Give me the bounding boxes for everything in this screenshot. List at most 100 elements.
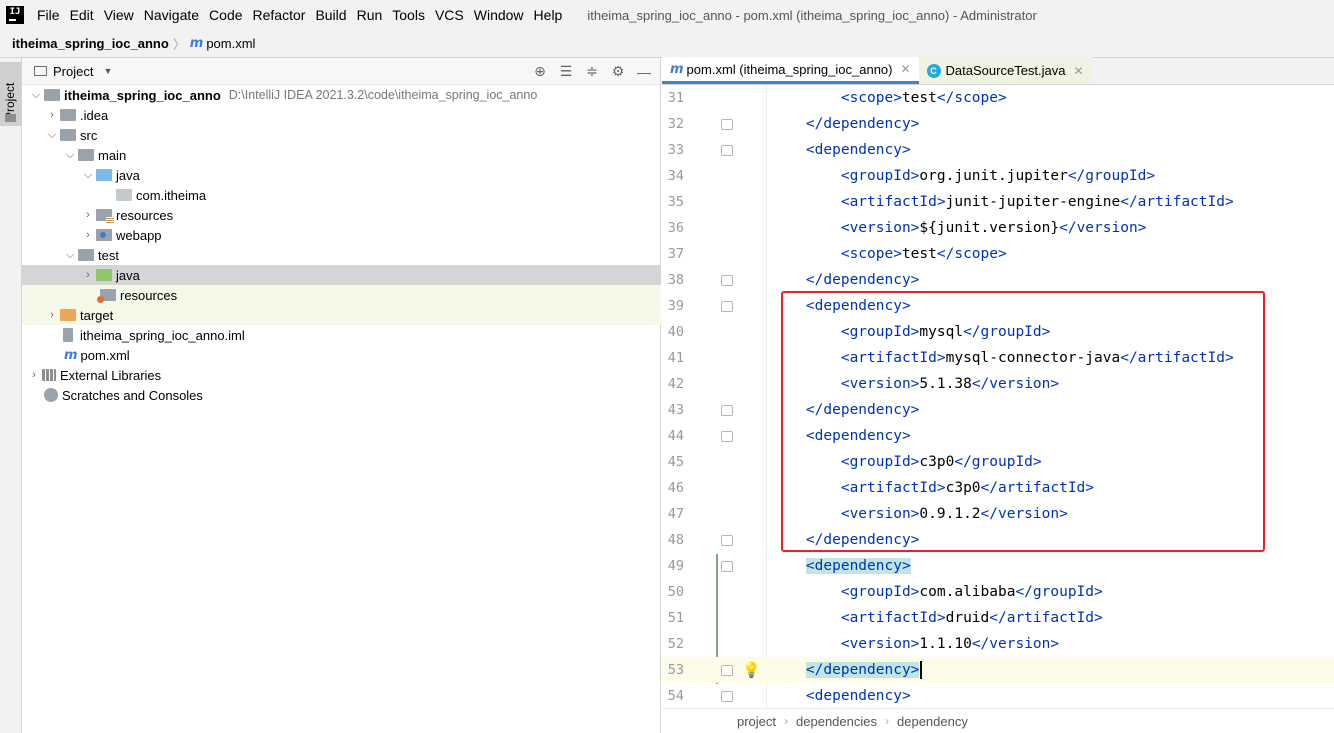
chevron-right-icon[interactable]: ›: [80, 229, 96, 241]
code-line[interactable]: 54 <dependency>: [662, 683, 1334, 708]
tree-item-test[interactable]: ⌵ test: [22, 245, 661, 265]
chevron-down-icon[interactable]: ⌵: [62, 149, 78, 162]
intellij-logo-icon: IJ: [6, 6, 24, 24]
tree-item-test-resources[interactable]: resources: [22, 285, 661, 305]
highlight-annotation-box: [781, 291, 1265, 552]
code-line[interactable]: 49 <dependency>: [662, 553, 1334, 579]
menu-code[interactable]: Code: [204, 7, 247, 23]
code-line[interactable]: 38 </dependency>: [662, 267, 1334, 293]
tree-item-iml[interactable]: itheima_spring_ioc_anno.iml: [22, 325, 661, 345]
chevron-right-icon[interactable]: ›: [26, 369, 42, 381]
menu-refactor[interactable]: Refactor: [248, 7, 311, 23]
code-line[interactable]: 33 <dependency>: [662, 137, 1334, 163]
chevron-down-icon[interactable]: ▼: [103, 66, 112, 76]
fold-marker-icon[interactable]: [721, 430, 733, 442]
gear-icon[interactable]: ⚙: [610, 63, 626, 80]
tool-window-strip: Project: [0, 58, 22, 733]
code-editor[interactable]: 31 <scope>test</scope> 32 </dependency> 33…: [662, 85, 1334, 708]
module-folder-icon: [44, 89, 60, 101]
text-caret: [920, 661, 923, 679]
tree-item-scratches[interactable]: Scratches and Consoles: [22, 385, 661, 405]
menu-help[interactable]: Help: [529, 7, 568, 23]
nav-file-crumb[interactable]: pom.xml: [206, 36, 255, 51]
tree-item-main-resources[interactable]: › resources: [22, 205, 661, 225]
tree-item-pom[interactable]: m pom.xml: [22, 345, 661, 365]
excluded-folder-icon: [60, 309, 76, 321]
fold-marker-icon[interactable]: [721, 404, 733, 416]
menu-window[interactable]: Window: [469, 7, 529, 23]
menu-file[interactable]: File: [32, 7, 65, 23]
tree-item-label: com.itheima: [136, 187, 207, 203]
project-tree: ⌵ itheima_spring_ioc_anno D:\IntelliJ ID…: [22, 85, 661, 405]
chevron-right-icon[interactable]: ›: [80, 269, 96, 281]
tree-item-webapp[interactable]: › webapp: [22, 225, 661, 245]
crumb-dependencies[interactable]: dependencies: [796, 714, 877, 729]
menu-run[interactable]: Run: [352, 7, 388, 23]
code-line[interactable]: 32 </dependency>: [662, 111, 1334, 137]
tree-item-external-libraries[interactable]: › External Libraries: [22, 365, 661, 385]
tree-item-main-java[interactable]: ⌵ java: [22, 165, 661, 185]
fold-marker-icon[interactable]: [721, 118, 733, 130]
tree-item-label: itheima_spring_ioc_anno.iml: [80, 327, 245, 343]
code-line[interactable]: 52 <version>1.1.10</version>: [662, 631, 1334, 657]
chevron-right-icon[interactable]: ›: [44, 109, 60, 121]
tree-item-label: resources: [116, 207, 174, 223]
nav-project-crumb[interactable]: itheima_spring_ioc_anno: [12, 36, 169, 51]
chevron-right-icon[interactable]: ›: [80, 209, 96, 221]
expand-all-icon[interactable]: ☰: [558, 63, 574, 80]
tree-item-package[interactable]: com.itheima: [22, 185, 661, 205]
fold-marker-icon[interactable]: [721, 560, 733, 572]
folder-icon: [60, 109, 76, 121]
code-line[interactable]: 34 <groupId>org.junit.jupiter</groupId>: [662, 163, 1334, 189]
code-line[interactable]: 50 <groupId>com.alibaba</groupId>: [662, 579, 1334, 605]
tree-item-idea[interactable]: › .idea: [22, 105, 661, 125]
menu-build[interactable]: Build: [310, 7, 351, 23]
collapse-all-icon[interactable]: ≑: [584, 63, 600, 80]
fold-marker-icon[interactable]: [721, 690, 733, 702]
chevron-down-icon[interactable]: ⌵: [28, 89, 44, 102]
panel-toolbar: ⊕ ☰ ≑ ⚙ —: [532, 58, 652, 85]
menu-vcs[interactable]: VCS: [430, 7, 469, 23]
tree-item-project-root[interactable]: ⌵ itheima_spring_ioc_anno D:\IntelliJ ID…: [22, 85, 661, 105]
minimize-icon[interactable]: —: [636, 64, 652, 80]
tree-item-test-java[interactable]: › java: [22, 265, 661, 285]
crumb-dependency[interactable]: dependency: [897, 714, 968, 729]
fold-marker-icon[interactable]: [721, 274, 733, 286]
tree-item-src[interactable]: ⌵ src: [22, 125, 661, 145]
tree-item-label: target: [80, 307, 114, 323]
tab-datasourcetest[interactable]: C DataSourceTest.java ✕: [918, 57, 1092, 84]
close-icon[interactable]: ✕: [1074, 64, 1084, 78]
code-line[interactable]: 37 <scope>test</scope>: [662, 241, 1334, 267]
fold-marker-icon[interactable]: [721, 144, 733, 156]
menu-tools[interactable]: Tools: [387, 7, 430, 23]
tree-item-main[interactable]: ⌵ main: [22, 145, 661, 165]
tab-pom-xml[interactable]: m pom.xml (itheima_spring_ioc_anno) ✕: [662, 57, 919, 84]
line-number: 38: [667, 272, 684, 288]
line-number: 43: [667, 402, 684, 418]
chevron-down-icon[interactable]: ⌵: [62, 249, 78, 262]
lightbulb-icon[interactable]: 💡: [742, 661, 761, 679]
code-line[interactable]: 53 💡 </dependency>: [662, 657, 1334, 683]
code-line[interactable]: 51 <artifactId>druid</artifactId>: [662, 605, 1334, 631]
chevron-down-icon[interactable]: ⌵: [44, 129, 60, 142]
menu-navigate[interactable]: Navigate: [139, 7, 204, 23]
line-number: 49: [667, 558, 684, 574]
chevron-down-icon[interactable]: ⌵: [80, 169, 96, 182]
menu-edit[interactable]: Edit: [65, 7, 99, 23]
fold-marker-icon[interactable]: [721, 534, 733, 546]
fold-marker-icon[interactable]: [721, 300, 733, 312]
code-line[interactable]: 36 <version>${junit.version}</version>: [662, 215, 1334, 241]
line-number: 47: [667, 506, 684, 522]
project-tool-button[interactable]: Project: [0, 62, 21, 126]
menu-view[interactable]: View: [99, 7, 139, 23]
crumb-project[interactable]: project: [737, 714, 776, 729]
chevron-right-icon[interactable]: ›: [44, 309, 60, 321]
code-line[interactable]: 35 <artifactId>junit-jupiter-engine</art…: [662, 189, 1334, 215]
tree-item-label: resources: [120, 287, 178, 303]
close-icon[interactable]: ✕: [900, 62, 910, 76]
locate-icon[interactable]: ⊕: [532, 63, 548, 80]
fold-marker-icon[interactable]: [721, 664, 733, 676]
tree-item-target[interactable]: › target: [22, 305, 661, 325]
code-line[interactable]: 31 <scope>test</scope>: [662, 85, 1334, 111]
project-panel-title[interactable]: Project: [53, 64, 93, 79]
